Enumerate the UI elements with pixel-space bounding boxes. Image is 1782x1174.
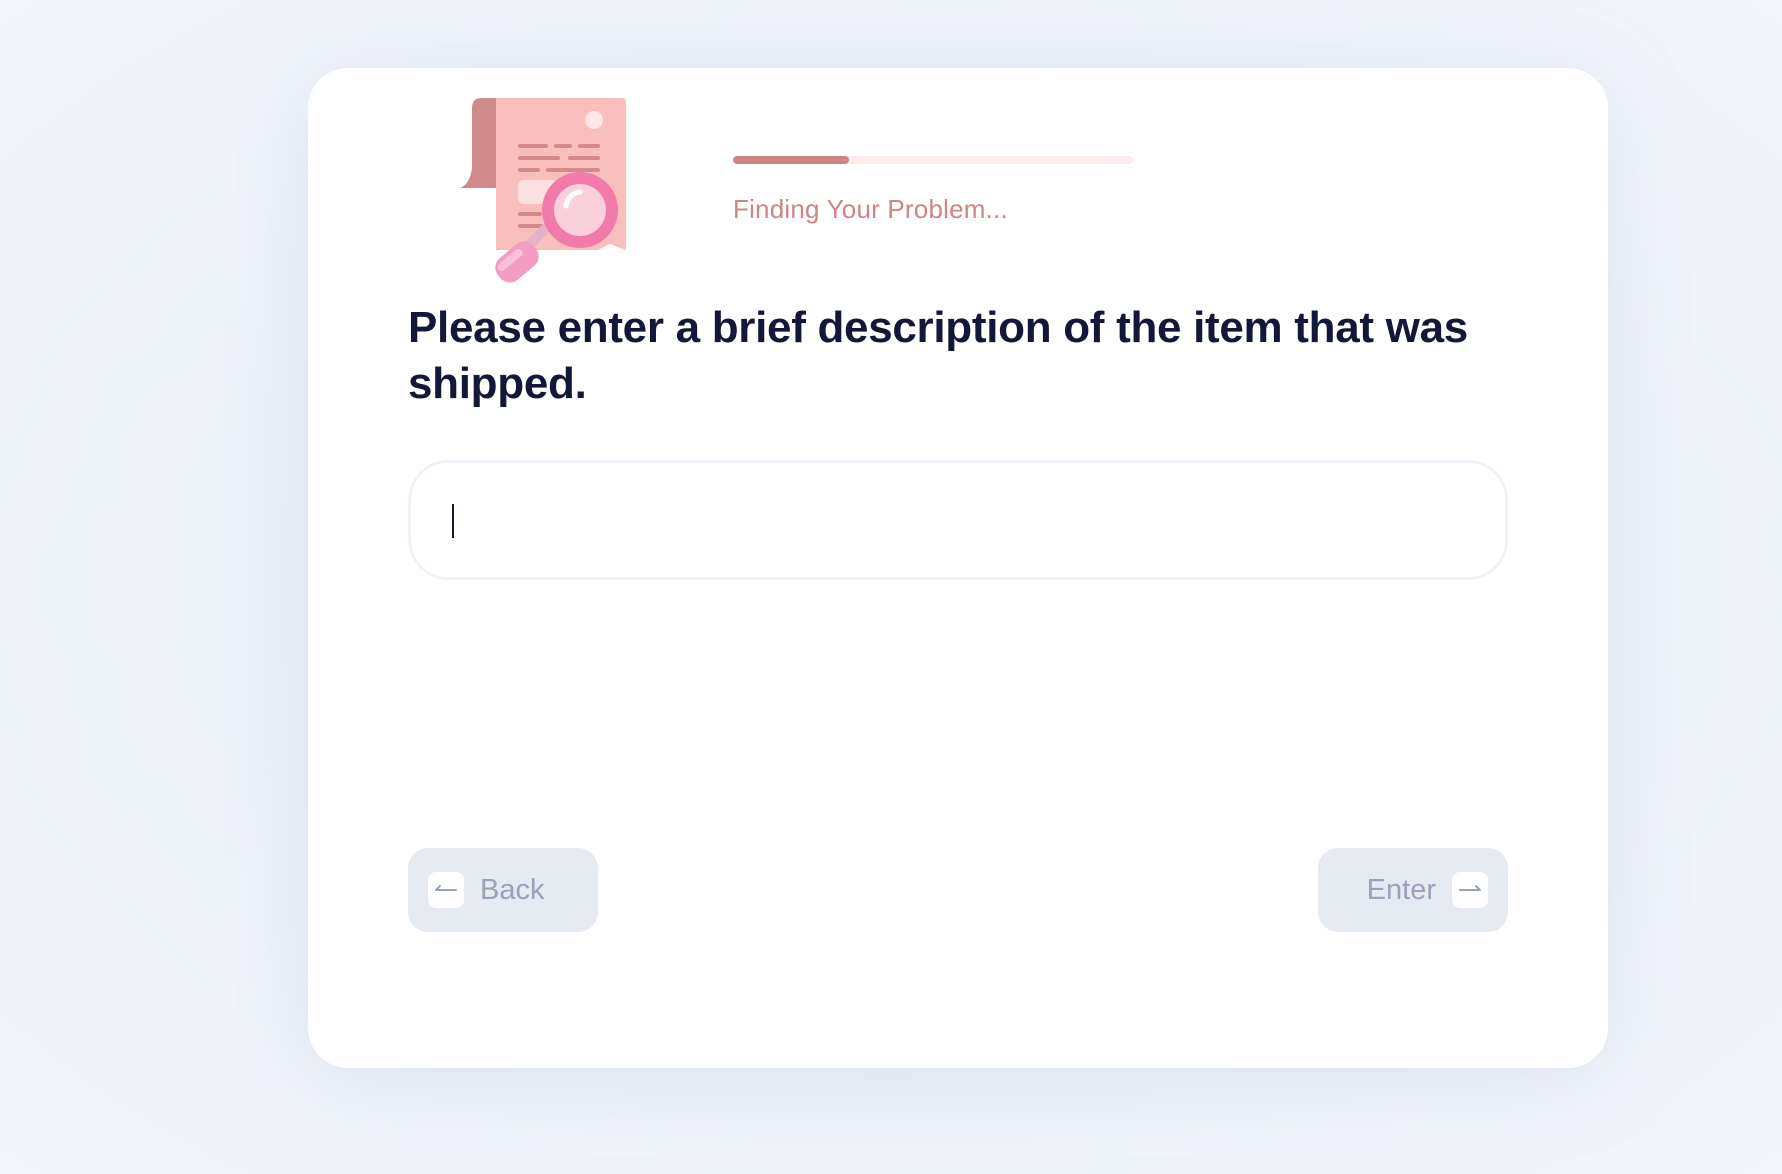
question-heading: Please enter a brief description of the … bbox=[408, 303, 1468, 408]
progress-section: Finding Your Problem... bbox=[733, 156, 1133, 225]
progress-bar bbox=[733, 156, 1133, 164]
arrow-right-icon bbox=[1452, 872, 1488, 908]
arrow-left-icon bbox=[428, 872, 464, 908]
text-caret bbox=[452, 504, 454, 538]
enter-button[interactable]: Enter bbox=[1318, 848, 1508, 932]
enter-button-label: Enter bbox=[1366, 873, 1436, 906]
progress-fill bbox=[733, 156, 849, 164]
back-button[interactable]: Back bbox=[408, 848, 598, 932]
document-search-icon bbox=[460, 98, 630, 290]
back-button-label: Back bbox=[480, 873, 545, 906]
item-description-input[interactable] bbox=[408, 460, 1508, 580]
progress-label: Finding Your Problem... bbox=[733, 194, 1008, 224]
question-card: Finding Your Problem... Please enter a b… bbox=[308, 68, 1608, 1068]
